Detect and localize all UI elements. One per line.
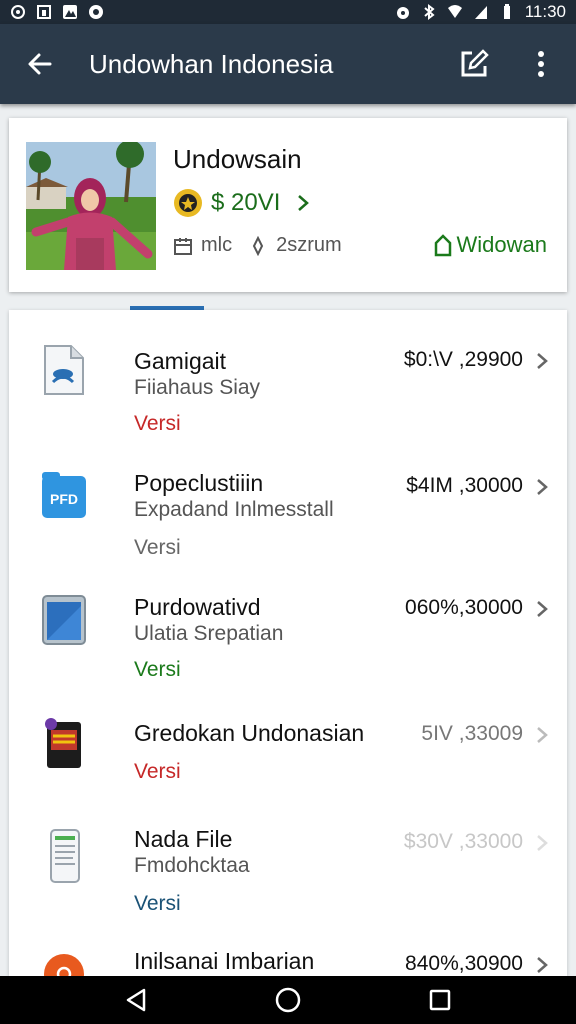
item-title: Popeclustiiin xyxy=(134,470,264,496)
status-right-icons: 11:30 xyxy=(395,2,566,22)
item-amount: 060%,30000 xyxy=(405,596,523,619)
svg-text:PFD: PFD xyxy=(50,491,78,507)
arrow-back-icon xyxy=(28,53,52,75)
mountain-icon xyxy=(63,5,77,19)
status-left-icons xyxy=(10,4,104,20)
bluetooth-icon xyxy=(424,4,435,20)
chevron-right-icon xyxy=(537,835,548,851)
widowan-label: Widowan xyxy=(456,232,547,257)
alarm-icon xyxy=(396,7,409,19)
item-subtitle: Fmdohcktaa xyxy=(134,854,250,877)
item-amount: $0:\V ,29900 xyxy=(403,348,523,371)
item-subtitle: Expadand Inlmesstall xyxy=(134,498,334,521)
nav-back-button[interactable] xyxy=(112,976,160,1024)
nav-recents-button[interactable] xyxy=(416,976,464,1024)
price-row[interactable]: $ 20VI xyxy=(173,188,310,218)
system-nav-bar xyxy=(0,976,576,1024)
list-item[interactable]: Nada File Fmdohcktaa Versi $30V ,33000 xyxy=(9,818,567,928)
signal-icon xyxy=(474,6,487,19)
item-amount: $30V ,33000 xyxy=(403,830,523,853)
profile-name: Undowsain xyxy=(173,144,302,174)
more-vert-icon xyxy=(538,51,544,77)
meta-left-text: mlc xyxy=(201,234,233,256)
item-list: Gamigait Fiiahaus Siay Versi $0:\V ,2990… xyxy=(9,310,567,976)
orange-circle-icon xyxy=(44,954,84,976)
meta-right-text: 2szrum xyxy=(276,234,342,256)
item-amount: 5IV ,33009 xyxy=(421,722,523,745)
nav-back-icon xyxy=(126,988,146,1012)
item-amount: 840%,30900 xyxy=(405,952,523,975)
bag-icon xyxy=(37,5,51,19)
item-subtitle: Ulatia Srepatian xyxy=(134,622,284,645)
profile-meta: mlc 2szrum xyxy=(173,234,342,257)
nav-home-icon xyxy=(275,987,301,1013)
profile-price: $ 20VI xyxy=(211,189,281,216)
coin-badge-icon xyxy=(174,189,202,217)
list-item[interactable]: Gamigait Fiiahaus Siay Versi $0:\V ,2990… xyxy=(9,330,567,440)
item-tag: Versi xyxy=(134,760,181,783)
item-amount: $4IM ,30000 xyxy=(406,474,523,497)
item-subtitle: Fiiahaus Siay xyxy=(134,376,261,399)
app-bar: Undowhan Indonesia xyxy=(0,24,576,104)
pin-icon xyxy=(252,235,264,256)
page-title: Undowhan Indonesia xyxy=(89,48,334,79)
item-title: Gredokan Undonasian xyxy=(134,720,365,746)
chevron-right-icon xyxy=(537,601,548,617)
nav-home-button[interactable] xyxy=(264,976,312,1024)
item-tag: Versi xyxy=(134,412,181,435)
status-time: 11:30 xyxy=(524,2,566,21)
item-tag: Versi xyxy=(134,536,181,559)
widowan-badge[interactable]: Widowan xyxy=(433,232,547,258)
battery-icon xyxy=(503,4,510,19)
home-outline-icon xyxy=(434,234,451,257)
edit-icon xyxy=(461,49,489,77)
profile-photo xyxy=(26,142,156,270)
wifi-icon xyxy=(447,5,462,18)
folder-icon: PFD xyxy=(42,472,86,518)
item-title: Inilsanai Imbarian xyxy=(134,948,315,974)
item-title: Nada File xyxy=(134,826,233,852)
item-tag: Versi xyxy=(134,892,181,915)
chevron-right-icon xyxy=(537,479,548,495)
settings-icon xyxy=(11,5,25,19)
more-options-button[interactable] xyxy=(506,24,576,104)
item-title: Purdowativd xyxy=(134,594,261,620)
tablet-icon xyxy=(42,595,86,645)
record-icon xyxy=(89,5,103,19)
item-tag: Versi xyxy=(134,658,181,681)
chevron-right-icon xyxy=(537,353,548,369)
back-button[interactable] xyxy=(0,24,80,104)
profile-card[interactable]: Undowsain $ 20VI mlc 2szrum Widowan xyxy=(9,118,567,292)
chevron-right-icon xyxy=(537,957,548,973)
status-bar: 11:30 xyxy=(0,0,576,24)
list-item[interactable]: PFD Popeclustiiin Expadand Inlmesstall V… xyxy=(9,454,567,564)
chevron-right-icon xyxy=(537,727,548,743)
item-title: Gamigait xyxy=(134,348,227,374)
app-box-icon xyxy=(45,718,81,768)
phone-doc-icon xyxy=(50,829,80,883)
edit-button[interactable] xyxy=(442,24,506,104)
list-item[interactable]: Inilsanai Imbarian 840%,30900 xyxy=(9,940,567,976)
document-icon xyxy=(44,345,84,395)
calendar-icon xyxy=(174,237,192,255)
nav-recents-icon xyxy=(429,989,451,1011)
list-item[interactable]: Gredokan Undonasian Versi 5IV ,33009 xyxy=(9,704,567,804)
chevron-right-icon xyxy=(298,195,310,211)
list-item[interactable]: Purdowativd Ulatia Srepatian Versi 060%,… xyxy=(9,578,567,688)
